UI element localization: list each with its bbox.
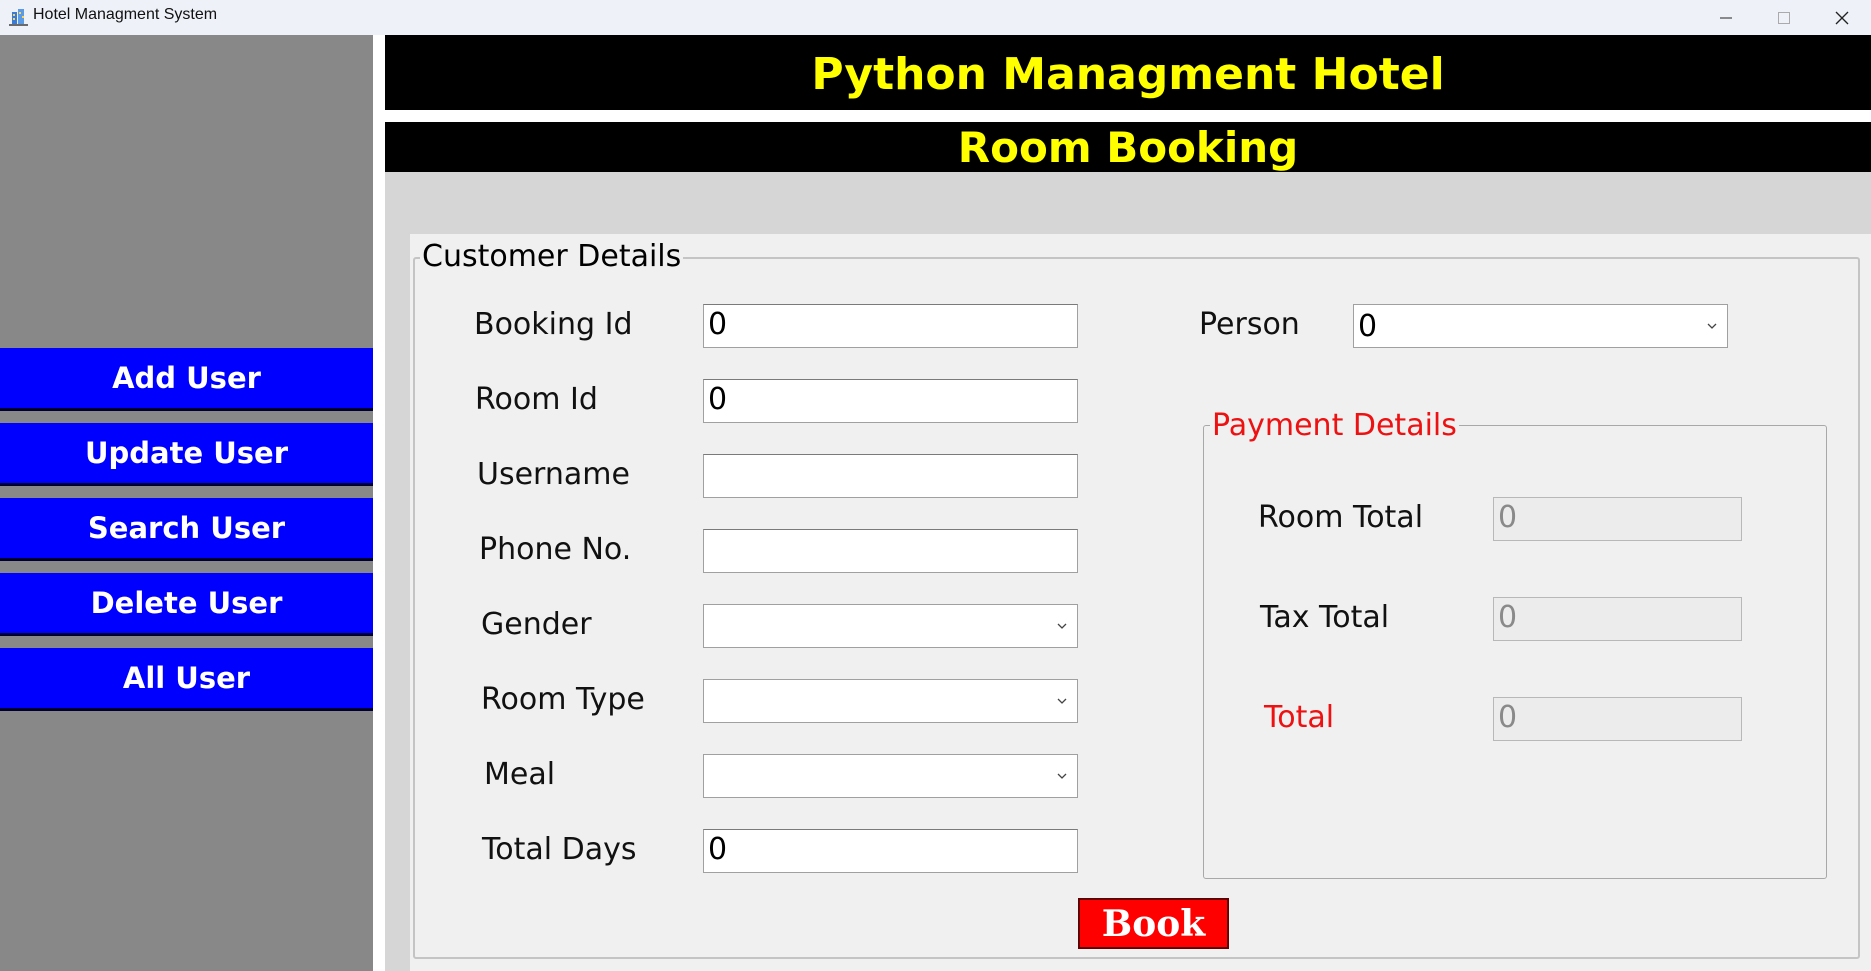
gender-label: Gender [481, 607, 592, 642]
gender-select[interactable] [703, 604, 1078, 648]
room-total-label: Room Total [1258, 500, 1424, 535]
total-days-field[interactable]: 0 [703, 829, 1078, 873]
username-field[interactable] [703, 454, 1078, 498]
hotel-app-icon [9, 7, 28, 26]
minimize-icon [1720, 17, 1732, 18]
tax-total-label: Tax Total [1260, 600, 1390, 635]
meal-select[interactable] [703, 754, 1078, 798]
close-button[interactable] [1813, 0, 1871, 35]
customer-details-legend: Customer Details [420, 239, 684, 274]
maximize-button[interactable] [1755, 0, 1813, 35]
room-id-field[interactable]: 0 [703, 379, 1078, 423]
payment-details-legend: Payment Details [1210, 408, 1459, 443]
maximize-icon [1778, 11, 1790, 24]
room-total-field: 0 [1493, 497, 1742, 541]
total-field: 0 [1493, 697, 1742, 741]
phone-field[interactable] [703, 529, 1078, 573]
header-divider [385, 110, 1871, 122]
divider [373, 35, 385, 971]
tax-total-field: 0 [1493, 597, 1742, 641]
book-button[interactable]: Book [1078, 898, 1229, 949]
room-type-select[interactable] [703, 679, 1078, 723]
total-days-label: Total Days [482, 832, 637, 867]
person-select-value: 0 [1358, 308, 1378, 344]
chevron-down-icon [1707, 323, 1717, 329]
search-user-button[interactable]: Search User [0, 498, 373, 561]
person-select[interactable]: 0 [1353, 304, 1728, 348]
chevron-down-icon [1057, 698, 1067, 704]
page-title: Python Managment Hotel [385, 35, 1871, 110]
total-label: Total [1264, 700, 1335, 735]
person-label: Person [1199, 307, 1300, 342]
window-title: Hotel Managment System [33, 6, 218, 23]
chevron-down-icon [1057, 773, 1067, 779]
update-user-button[interactable]: Update User [0, 423, 373, 486]
add-user-button[interactable]: Add User [0, 348, 373, 411]
room-type-label: Room Type [481, 682, 645, 717]
page-subtitle: Room Booking [385, 122, 1871, 172]
chevron-down-icon [1057, 623, 1067, 629]
username-label: Username [477, 457, 630, 492]
close-icon [1835, 11, 1849, 24]
room-id-label: Room Id [475, 382, 598, 417]
booking-id-field[interactable]: 0 [703, 304, 1078, 348]
window-titlebar [0, 0, 1871, 35]
delete-user-button[interactable]: Delete User [0, 573, 373, 636]
minimize-button[interactable] [1697, 0, 1755, 35]
all-user-button[interactable]: All User [0, 648, 373, 711]
meal-label: Meal [484, 757, 556, 792]
booking-id-label: Booking Id [474, 307, 633, 342]
payment-details-frame [1203, 425, 1827, 879]
phone-label: Phone No. [479, 532, 632, 567]
